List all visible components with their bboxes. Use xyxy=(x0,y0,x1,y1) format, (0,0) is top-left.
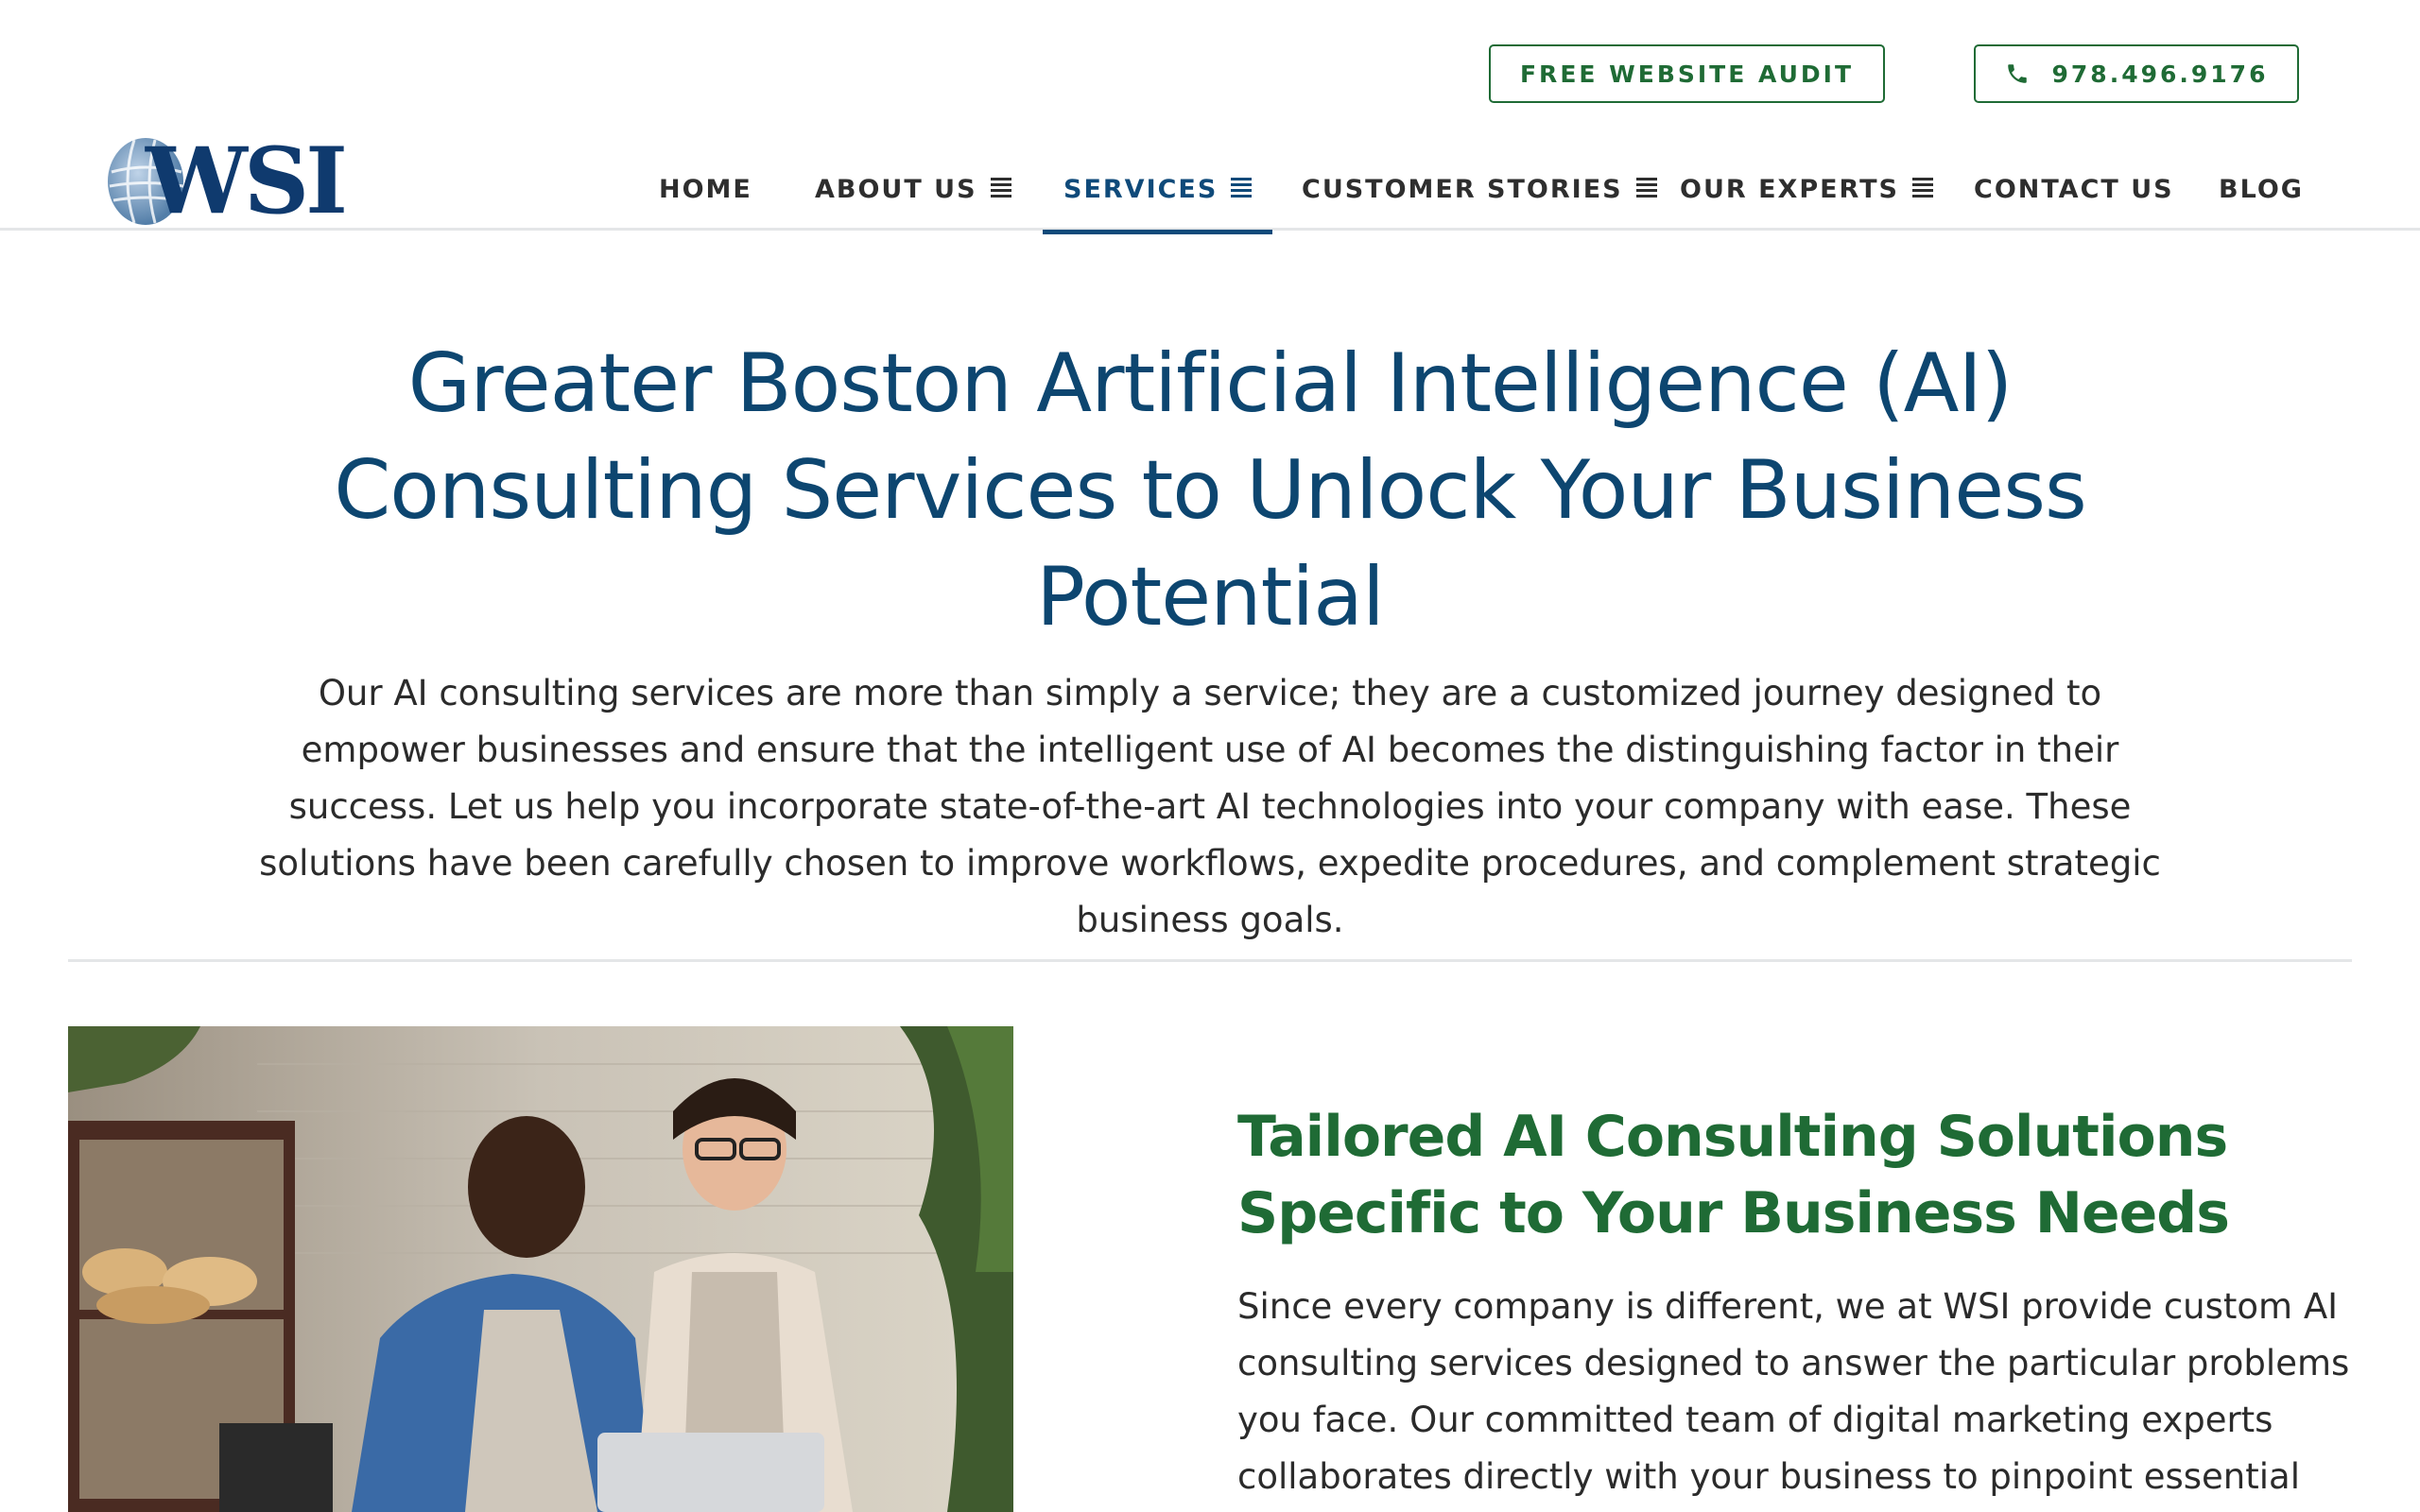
phone-button[interactable]: 978.496.9176 xyxy=(1974,44,2299,103)
nav-item-contact-us[interactable]: CONTACT US xyxy=(1974,147,2174,231)
nav-item-label: BLOG xyxy=(2219,174,2304,204)
section-divider xyxy=(68,959,2352,962)
phone-number: 978.496.9176 xyxy=(2051,60,2269,88)
main-nav: HOME ABOUT US SERVICES CUSTOMER STORIES … xyxy=(0,147,2420,234)
free-website-audit-button[interactable]: FREE WEBSITE AUDIT xyxy=(1489,44,1885,103)
nav-item-home[interactable]: HOME xyxy=(659,147,752,231)
site-header: FREE WEBSITE AUDIT 978.496.9176 WSI HOME… xyxy=(0,0,2420,234)
nav-item-label: CONTACT US xyxy=(1974,174,2174,204)
menu-icon xyxy=(1231,176,1253,202)
nav-item-label: ABOUT US xyxy=(815,174,977,204)
menu-icon xyxy=(990,176,1011,202)
nav-item-label: SERVICES xyxy=(1063,174,1219,204)
nav-item-customer-stories[interactable]: CUSTOMER STORIES xyxy=(1302,147,1657,231)
nav-item-our-experts[interactable]: OUR EXPERTS xyxy=(1680,147,1934,231)
section-description: Since every company is different, we at … xyxy=(1237,1286,2350,1497)
nav-item-blog[interactable]: BLOG xyxy=(2219,147,2304,231)
free-website-audit-label: FREE WEBSITE AUDIT xyxy=(1519,60,1855,88)
menu-icon xyxy=(1912,176,1934,202)
nav-item-services[interactable]: SERVICES xyxy=(1042,147,1273,234)
section-title: Tailored AI Consulting Solutions Specifi… xyxy=(1237,1104,2230,1246)
team-photo xyxy=(68,1026,1013,1512)
hero-description: Our AI consulting services are more than… xyxy=(259,673,2161,940)
nav-item-label: CUSTOMER STORIES xyxy=(1302,174,1623,204)
nav-item-about-us[interactable]: ABOUT US xyxy=(815,147,1011,231)
phone-icon xyxy=(2005,61,2030,86)
nav-item-label: HOME xyxy=(659,174,752,204)
page-title: Greater Boston Artificial Intelligence (… xyxy=(334,336,2087,644)
nav-item-label: OUR EXPERTS xyxy=(1680,174,1900,204)
menu-icon xyxy=(1635,176,1657,202)
